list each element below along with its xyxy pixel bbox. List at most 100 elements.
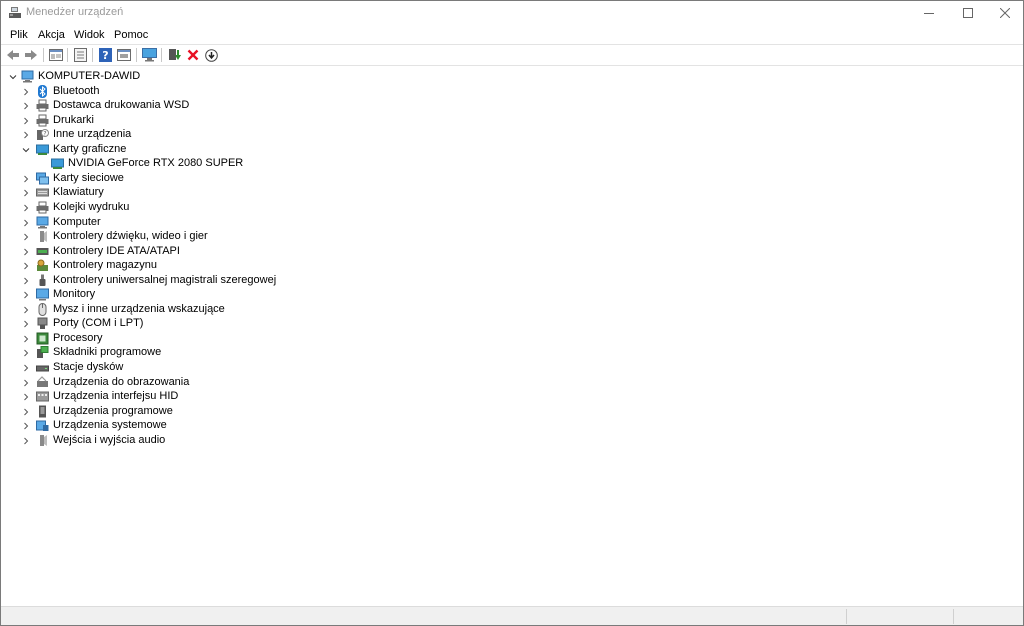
- chevron-right-icon[interactable]: [22, 102, 30, 110]
- unknown-device-icon: ?: [37, 129, 49, 141]
- tree-root[interactable]: KOMPUTER-DAWID: [1, 69, 301, 84]
- chevron-down-icon[interactable]: [9, 73, 17, 81]
- disable-button[interactable]: [203, 47, 219, 63]
- tree-category-label: Kontrolery dźwięku, wideo i gier: [53, 230, 208, 243]
- tree-category[interactable]: Urządzenia interfejsu HID: [1, 389, 401, 404]
- view-button[interactable]: [48, 47, 64, 63]
- device-manager-app-icon: [9, 7, 21, 18]
- scan-hardware-button[interactable]: [141, 47, 157, 63]
- close-button[interactable]: [988, 1, 1022, 25]
- chevron-right-icon[interactable]: [22, 88, 30, 96]
- tree-category[interactable]: Kontrolery IDE ATA/ATAPI: [1, 244, 401, 259]
- tree-category[interactable]: Klawiatury: [1, 185, 401, 200]
- tree-category[interactable]: Karty sieciowe: [1, 171, 401, 186]
- menu-pomoc[interactable]: Pomoc: [112, 28, 150, 42]
- ide-controller-icon: [36, 247, 49, 255]
- tree-root-label: KOMPUTER-DAWID: [38, 70, 141, 82]
- chevron-right-icon[interactable]: [22, 175, 30, 183]
- tree-category[interactable]: Wejścia i wyjścia audio: [1, 433, 401, 448]
- tree-category[interactable]: Składniki programowe: [1, 345, 401, 360]
- hid-icon: [36, 391, 49, 402]
- tree-category[interactable]: Kontrolery dźwięku, wideo i gier: [1, 229, 401, 244]
- tree-category-label: Urządzenia programowe: [53, 404, 173, 417]
- chevron-right-icon[interactable]: [22, 277, 30, 285]
- forward-button[interactable]: [23, 47, 39, 63]
- toolbar: ?: [1, 44, 1023, 66]
- tree-device[interactable]: NVIDIA GeForce RTX 2080 SUPER: [1, 156, 401, 171]
- chevron-right-icon[interactable]: [22, 189, 30, 197]
- bluetooth-icon: [38, 84, 47, 98]
- help-button[interactable]: ?: [97, 47, 113, 63]
- tree-category[interactable]: Porty (COM i LPT): [1, 316, 401, 331]
- mouse-icon: [38, 302, 47, 316]
- tree-category[interactable]: ? Inne urządzenia: [1, 127, 401, 142]
- processor-icon: [36, 332, 49, 345]
- chevron-right-icon[interactable]: [22, 262, 30, 270]
- back-icon: [7, 50, 19, 60]
- tree-category-label: Karty graficzne: [53, 142, 127, 155]
- forward-icon: [25, 50, 37, 60]
- tree-category-label: Kontrolery uniwersalnej magistrali szere…: [53, 273, 277, 286]
- disable-icon: [204, 48, 218, 62]
- system-device-icon: [36, 420, 49, 432]
- chevron-down-icon[interactable]: [22, 146, 30, 154]
- chevron-right-icon[interactable]: [22, 437, 30, 445]
- chevron-right-icon[interactable]: [22, 335, 30, 343]
- tree-category[interactable]: Dostawca drukowania WSD: [1, 98, 401, 113]
- update-driver-button[interactable]: [167, 47, 183, 63]
- chevron-right-icon[interactable]: [22, 204, 30, 212]
- chevron-right-icon[interactable]: [22, 233, 30, 241]
- svg-text:?: ?: [102, 49, 108, 62]
- tree-category[interactable]: Kolejki wydruku: [1, 200, 401, 215]
- tree-category[interactable]: Urządzenia programowe: [1, 404, 401, 419]
- show-hidden-button[interactable]: [116, 47, 132, 63]
- minimize-icon: [924, 13, 934, 14]
- tree-category[interactable]: Urządzenia do obrazowania: [1, 375, 401, 390]
- menu-widok[interactable]: Widok: [72, 28, 107, 42]
- properties-button[interactable]: [72, 47, 88, 63]
- uninstall-button[interactable]: [185, 47, 201, 63]
- tree-category[interactable]: Karty graficzne: [1, 142, 401, 157]
- chevron-right-icon[interactable]: [22, 291, 30, 299]
- chevron-right-icon[interactable]: [22, 248, 30, 256]
- print-queue-icon: [36, 201, 49, 214]
- help-icon: ?: [98, 48, 112, 62]
- tree-category[interactable]: Monitory: [1, 287, 401, 302]
- properties-icon: [73, 48, 87, 62]
- title-bar[interactable]: Menedżer urządzeń: [1, 1, 1023, 25]
- chevron-right-icon[interactable]: [22, 320, 30, 328]
- chevron-right-icon[interactable]: [22, 408, 30, 416]
- back-button[interactable]: [5, 47, 21, 63]
- minimize-button[interactable]: [912, 1, 946, 25]
- usb-icon: [39, 274, 46, 286]
- chevron-right-icon[interactable]: [22, 117, 30, 125]
- computer-icon: [36, 216, 49, 228]
- menu-akcja[interactable]: Akcja: [36, 28, 67, 42]
- maximize-button[interactable]: [951, 1, 985, 25]
- tree-category[interactable]: Drukarki: [1, 113, 401, 128]
- tree-category[interactable]: Kontrolery uniwersalnej magistrali szere…: [1, 273, 401, 288]
- chevron-right-icon[interactable]: [22, 306, 30, 314]
- menu-plik[interactable]: Plik: [8, 28, 30, 42]
- chevron-right-icon[interactable]: [22, 422, 30, 430]
- toolbar-separator: [43, 48, 44, 62]
- tree-category-label: Urządzenia interfejsu HID: [53, 390, 179, 403]
- tree-category[interactable]: Mysz i inne urządzenia wskazujące: [1, 302, 401, 317]
- tree-category[interactable]: Stacje dysków: [1, 360, 401, 375]
- tree-category-label: Monitory: [53, 288, 96, 301]
- tree-category[interactable]: Komputer: [1, 215, 401, 230]
- tree-category[interactable]: Procesory: [1, 331, 401, 346]
- tree-category[interactable]: Bluetooth: [1, 84, 401, 99]
- device-tree[interactable]: KOMPUTER-DAWID Bluetooth Dostawca drukowa…: [1, 67, 1023, 605]
- device-manager-window: Menedżer urządzeń Plik Akcja Widok Pomoc: [0, 0, 1024, 626]
- chevron-right-icon[interactable]: [22, 131, 30, 139]
- chevron-right-icon[interactable]: [22, 379, 30, 387]
- chevron-right-icon[interactable]: [22, 393, 30, 401]
- tree-category[interactable]: Urządzenia systemowe: [1, 418, 401, 433]
- chevron-right-icon[interactable]: [22, 349, 30, 357]
- audio-io-icon: [40, 434, 47, 446]
- chevron-right-icon[interactable]: [22, 219, 30, 227]
- tree-category[interactable]: Kontrolery magazynu: [1, 258, 401, 273]
- toolbar-separator: [67, 48, 68, 62]
- chevron-right-icon[interactable]: [22, 364, 30, 372]
